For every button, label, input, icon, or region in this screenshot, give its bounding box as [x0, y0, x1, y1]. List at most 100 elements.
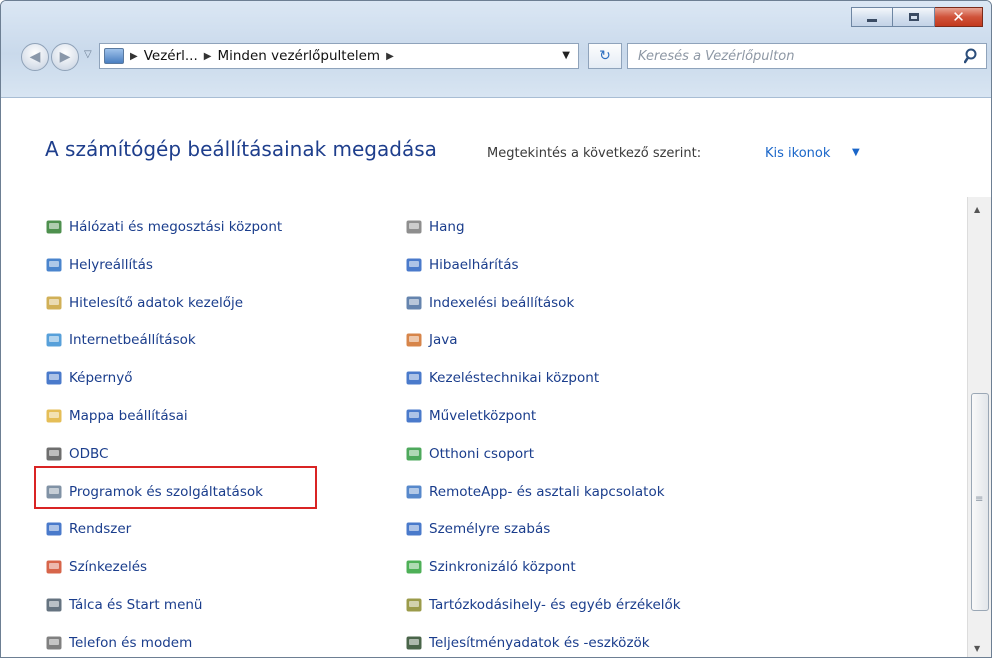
scrollbar-grip-icon: ≡: [975, 494, 984, 505]
control-panel-item-label: Képernyő: [69, 370, 133, 387]
control-panel-item-label: Hang: [429, 219, 465, 235]
view-by-dropdown[interactable]: Kis ikonok: [765, 146, 830, 161]
control-panel-item[interactable]: Tartózkodásihely- és egyéb érzékelők: [405, 592, 681, 618]
breadcrumb-separator-icon[interactable]: ▶: [130, 51, 138, 62]
minimize-icon: [867, 18, 877, 22]
control-panel-item-label: Teljesítményadatok és -eszközök: [429, 634, 650, 651]
performance-icon: [405, 634, 423, 652]
folder-options-icon: [45, 407, 63, 425]
control-panel-item[interactable]: Internetbeállítások: [45, 327, 196, 353]
control-panel-item[interactable]: Kezeléstechnikai központ: [405, 365, 599, 391]
page-title: A számítógép beállításainak megadása: [45, 137, 437, 161]
refresh-icon: ↻: [599, 48, 611, 64]
control-panel-item-label: Színkezelés: [69, 559, 148, 576]
minimize-button[interactable]: [851, 7, 893, 27]
control-panel-item-label: Rendszer: [69, 521, 132, 538]
remoteapp-icon: [405, 483, 423, 501]
control-panel-item[interactable]: Indexelési beállítások: [405, 290, 574, 316]
control-panel-item-label: ODBC: [69, 445, 109, 462]
control-panel-item[interactable]: Személyre szabás: [405, 516, 550, 542]
control-panel-item[interactable]: Hálózati és megosztási központ: [45, 214, 282, 240]
control-panel-item[interactable]: Tálca és Start menü: [45, 592, 203, 618]
navigation-bar: ◀ ▶ ▽ ▶ Vezérl... ▶ Minden vezérlőpultel…: [13, 40, 987, 74]
breadcrumb-separator-icon[interactable]: ▶: [386, 51, 394, 62]
homegroup-icon: [405, 445, 423, 463]
control-panel-item-label: Kezeléstechnikai központ: [429, 370, 600, 387]
color-management-icon: [45, 558, 63, 576]
control-panel-item[interactable]: Műveletközpont: [405, 403, 536, 429]
back-button[interactable]: ◀: [21, 43, 49, 71]
control-panel-item-label: Hitelesítő adatok kezelője: [69, 294, 244, 311]
control-panel-item[interactable]: Teljesítményadatok és -eszközök: [405, 630, 650, 656]
refresh-button[interactable]: ↻: [588, 43, 622, 69]
control-panel-item[interactable]: Telefon és modem: [45, 630, 192, 656]
control-panel-item[interactable]: ODBC: [45, 441, 108, 467]
vertical-scrollbar[interactable]: ▲ ≡ ▼: [967, 197, 991, 657]
control-panel-items: Hálózati és megosztási központ Helyreállí…: [1, 201, 965, 657]
network-icon: [45, 218, 63, 236]
breadcrumb-item-control-panel[interactable]: Vezérl...: [144, 48, 198, 64]
control-panel-item-label: Helyreállítás: [69, 256, 153, 273]
control-panel-item[interactable]: Otthoni csoport: [405, 441, 534, 467]
caption-buttons: ✕: [851, 7, 983, 27]
internet-options-icon: [45, 331, 63, 349]
java-icon: [405, 331, 423, 349]
control-panel-item-label: Személyre szabás: [429, 521, 551, 538]
scroll-up-icon[interactable]: ▲: [974, 205, 980, 214]
taskbar-icon: [45, 596, 63, 614]
control-panel-item-label: Hibaelhárítás: [429, 256, 519, 273]
breadcrumb-separator-icon[interactable]: ▶: [204, 51, 212, 62]
search-input[interactable]: Keresés a Vezérlőpulton: [627, 43, 987, 69]
scrollbar-thumb[interactable]: ≡: [971, 393, 989, 611]
back-arrow-icon: ◀: [29, 49, 41, 65]
address-dropdown-icon[interactable]: ▼: [562, 50, 570, 61]
history-dropdown-icon[interactable]: ▽: [84, 49, 96, 61]
sound-icon: [405, 218, 423, 236]
scroll-down-icon[interactable]: ▼: [974, 644, 980, 653]
sync-center-icon: [405, 558, 423, 576]
breadcrumb-item-all-items[interactable]: Minden vezérlőpultelem: [217, 48, 380, 64]
phone-modem-icon: [45, 634, 63, 652]
forward-arrow-icon: ▶: [59, 49, 71, 65]
control-panel-window: ✕ ◀ ▶ ▽ ▶ Vezérl... ▶ Minden vezérlőpult…: [0, 0, 992, 658]
control-panel-item[interactable]: Hibaelhárítás: [405, 252, 519, 278]
highlight-box: [34, 466, 317, 509]
search-placeholder: Keresés a Vezérlőpulton: [638, 49, 795, 64]
view-by-label: Megtekintés a következő szerint:: [487, 146, 702, 161]
control-panel-item-label: Internetbeállítások: [69, 332, 196, 349]
control-panel-item[interactable]: Mappa beállításai: [45, 403, 188, 429]
control-panel-item-label: Indexelési beállítások: [429, 294, 575, 311]
odbc-icon: [45, 445, 63, 463]
action-center-flag-icon: [405, 407, 423, 425]
control-panel-item[interactable]: RemoteApp- és asztali kapcsolatok: [405, 479, 665, 505]
control-panel-item[interactable]: Szinkronizáló központ: [405, 554, 576, 580]
control-panel-item[interactable]: Java: [405, 327, 458, 353]
control-panel-item[interactable]: Helyreállítás: [45, 252, 153, 278]
control-panel-item-label: Otthoni csoport: [429, 445, 535, 462]
control-panel-item[interactable]: Hang: [405, 214, 465, 240]
control-panel-item-label: RemoteApp- és asztali kapcsolatok: [429, 483, 665, 500]
control-panel-item[interactable]: Rendszer: [45, 516, 131, 542]
credentials-icon: [45, 294, 63, 312]
forward-button[interactable]: ▶: [51, 43, 79, 71]
control-panel-item[interactable]: Színkezelés: [45, 554, 147, 580]
control-panel-item-label: Szinkronizáló központ: [429, 559, 576, 576]
troubleshooting-icon: [405, 256, 423, 274]
window-chrome: ✕ ◀ ▶ ▽ ▶ Vezérl... ▶ Minden vezérlőpult…: [1, 1, 991, 98]
maximize-icon: [908, 13, 919, 21]
close-button[interactable]: ✕: [935, 7, 983, 27]
control-panel-item-label: Műveletközpont: [429, 408, 537, 424]
system-icon: [45, 520, 63, 538]
control-panel-item[interactable]: Képernyő: [45, 365, 132, 391]
control-panel-item[interactable]: Hitelesítő adatok kezelője: [45, 290, 243, 316]
control-panel-item-label: Tálca és Start menü: [69, 597, 203, 613]
search-icon[interactable]: [964, 48, 980, 64]
address-bar[interactable]: ▶ Vezérl... ▶ Minden vezérlőpultelem ▶ ▼: [99, 43, 579, 69]
ease-of-access-icon: [405, 369, 423, 387]
control-panel-icon: [104, 48, 124, 64]
view-by-caret-icon[interactable]: ▼: [852, 147, 860, 158]
maximize-button[interactable]: [893, 7, 935, 27]
personalization-icon: [405, 520, 423, 538]
control-panel-item-label: Tartózkodásihely- és egyéb érzékelők: [429, 597, 681, 613]
control-panel-item-label: Telefon és modem: [69, 634, 193, 651]
